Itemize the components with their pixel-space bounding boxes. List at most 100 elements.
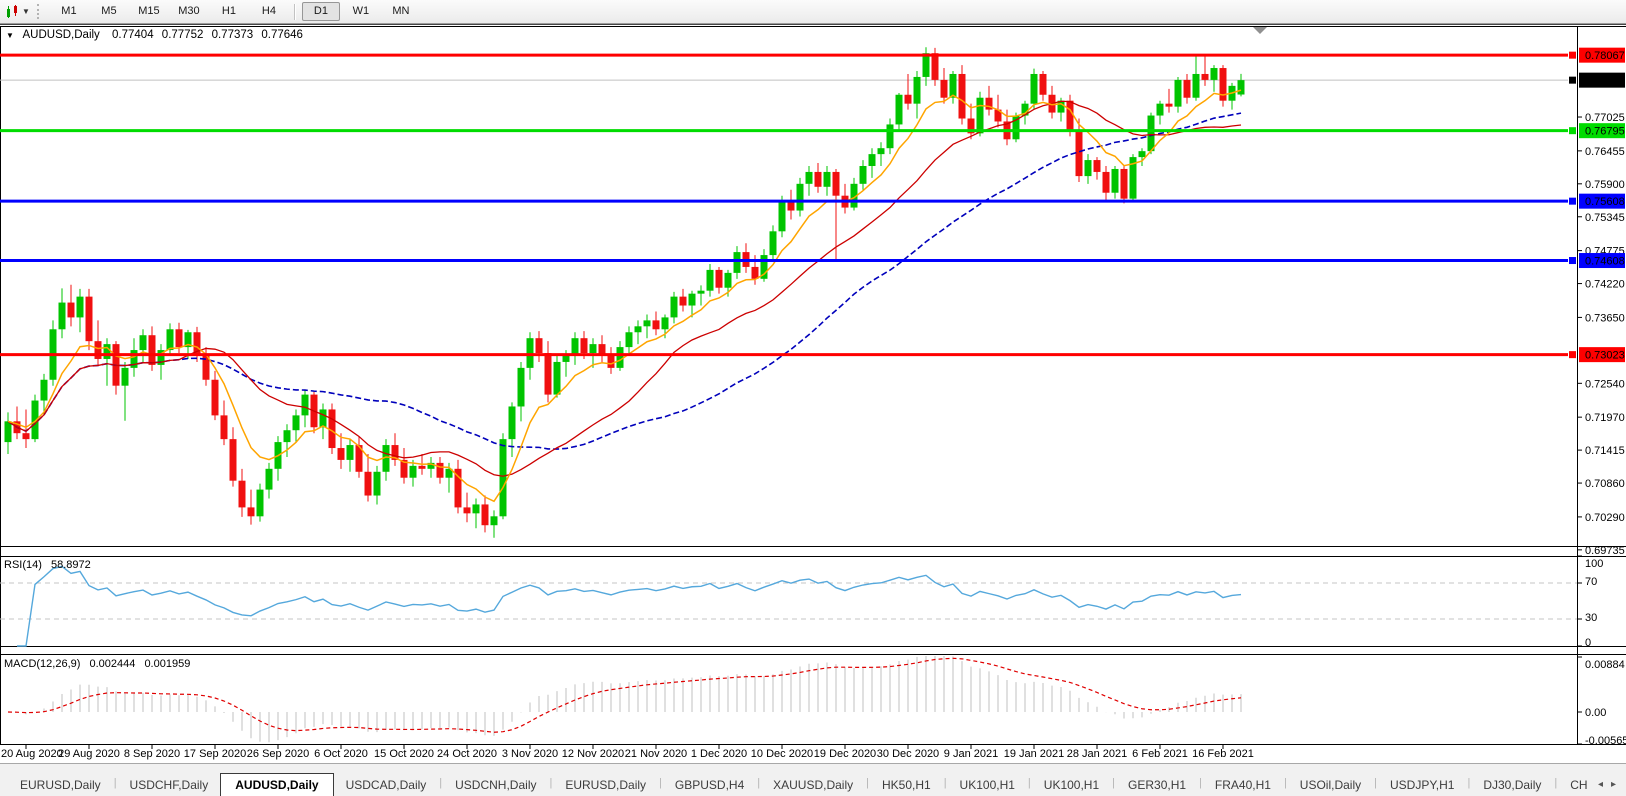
title-symbol: AUDUSD,Daily — [22, 29, 100, 41]
chart-style-dropdown-caret[interactable]: ▼ — [21, 7, 34, 16]
date-label[interactable]: 6 Oct 2020 — [314, 748, 368, 760]
toolbar-separator — [293, 3, 296, 20]
date-label[interactable]: 6 Feb 2021 — [1132, 748, 1188, 760]
price-tick-label[interactable]: 0.71970 — [1585, 412, 1625, 424]
chart-tabs-bar: EURUSD,Daily | USDCHF,Daily AUDUSD,Daily USD… — [0, 763, 1626, 796]
chart-tab-eurusd-daily[interactable]: EURUSD,Daily — [553, 774, 658, 796]
price-tick-label[interactable]: 0.70290 — [1585, 512, 1625, 524]
toolbar-drag-grip[interactable] — [36, 4, 43, 19]
macd-tick-label: -0.005651 — [1585, 735, 1626, 747]
price-tick-label[interactable]: 0.75345 — [1585, 212, 1625, 224]
chart-tab-ger30-h1[interactable]: GER30,H1 — [1116, 774, 1198, 796]
price-tick-label[interactable]: 0.76455 — [1585, 146, 1625, 158]
line-anchor-marker[interactable] — [1568, 256, 1577, 266]
timeframe-button-w1[interactable]: W1 — [342, 2, 380, 21]
date-label[interactable]: 16 Feb 2021 — [1192, 748, 1254, 760]
mini-chart-glyph — [6, 5, 17, 18]
chart-tab-uk100-h1[interactable]: UK100,H1 — [948, 774, 1027, 796]
price-tick-label[interactable]: 0.69735 — [1585, 545, 1625, 557]
rsi-value: 58.8972 — [51, 559, 91, 571]
price-flag-label: 0.73023 — [1585, 350, 1625, 362]
line-anchor-marker[interactable] — [1568, 196, 1577, 206]
macd-tick-label: 0.00 — [1585, 707, 1606, 719]
timeframe-button-m5[interactable]: M5 — [90, 2, 128, 21]
price-tick-label[interactable]: 0.75900 — [1585, 179, 1625, 191]
timeframe-button-h1[interactable]: H1 — [210, 2, 248, 21]
date-label[interactable]: 10 Dec 2020 — [751, 748, 813, 760]
chart-tab-uk100-h1[interactable]: UK100,H1 — [1032, 774, 1111, 796]
chart-tab-eurusd-daily[interactable]: EURUSD,Daily — [8, 774, 113, 796]
rsi-tick-label: 0 — [1585, 637, 1591, 649]
date-label[interactable]: 15 Oct 2020 — [374, 748, 434, 760]
macd-tick-label: 0.00884 — [1585, 659, 1625, 671]
chart-tab-china300-h1[interactable]: CHINA300,H1 — [1558, 774, 1588, 796]
title-close: 0.77646 — [261, 29, 303, 41]
macd-value-main: 0.002444 — [89, 658, 135, 670]
title-collapse-icon[interactable]: ▼ — [6, 31, 14, 40]
line-anchor-marker[interactable] — [1568, 350, 1577, 360]
tabs-scroll-arrows: ◂ ▸ — [1588, 779, 1626, 796]
price-chart-surface[interactable]: 0.770250.764550.759000.753450.747750.742… — [0, 0, 1626, 763]
price-tick-label[interactable]: 0.70860 — [1585, 478, 1625, 490]
price-tick-label[interactable]: 0.71415 — [1585, 445, 1625, 457]
price-tick-label[interactable]: 0.77025 — [1585, 112, 1625, 124]
chart-style-icon[interactable] — [3, 4, 21, 20]
date-label[interactable]: 28 Jan 2021 — [1067, 748, 1128, 760]
timeframe-toolbar: M1 M5 M15 M30 H1 H4 D1 W1 MN — [49, 2, 421, 21]
tabs-scroll-left-button[interactable]: ◂ — [1598, 779, 1603, 790]
price-flag-label: 0.75608 — [1585, 196, 1625, 208]
chart-tab-usdcnh-daily[interactable]: USDCNH,Daily — [443, 774, 548, 796]
price-flag-label: 0.74608 — [1585, 256, 1625, 268]
date-label[interactable]: 20 Aug 2020 — [1, 748, 63, 760]
timeframe-button-h4[interactable]: H4 — [250, 2, 288, 21]
rsi-tick-label: 70 — [1585, 576, 1597, 588]
line-anchor-marker[interactable] — [1568, 126, 1577, 136]
chart-tab-xauusd-daily[interactable]: XAUUSD,Daily — [761, 774, 865, 796]
chart-layers: 0.770250.764550.759000.753450.747750.742… — [0, 0, 1626, 763]
date-label[interactable]: 1 Dec 2020 — [691, 748, 747, 760]
rsi-tick-label: 30 — [1585, 612, 1597, 624]
timeframe-button-m15[interactable]: M15 — [130, 2, 168, 21]
macd-value-signal: 0.001959 — [144, 658, 190, 670]
timeframe-button-m1[interactable]: M1 — [50, 2, 88, 21]
title-open: 0.77404 — [112, 29, 154, 41]
timeframe-button-d1[interactable]: D1 — [301, 2, 340, 21]
line-anchor-marker[interactable] — [1568, 75, 1577, 85]
date-label[interactable]: 17 Sep 2020 — [184, 748, 246, 760]
tabs-scroll-right-button[interactable]: ▸ — [1611, 779, 1616, 790]
price-flag-label: 0.78067 — [1585, 50, 1625, 62]
date-label[interactable]: 24 Oct 2020 — [437, 748, 497, 760]
price-flag-label: 0.76795 — [1585, 126, 1625, 138]
date-label[interactable]: 8 Sep 2020 — [124, 748, 180, 760]
date-label[interactable]: 30 Dec 2020 — [877, 748, 939, 760]
price-tick-label[interactable]: 0.74220 — [1585, 279, 1625, 291]
price-tick-label[interactable]: 0.72540 — [1585, 378, 1625, 390]
rsi-tick-label: 100 — [1585, 558, 1603, 570]
date-label[interactable]: 29 Aug 2020 — [58, 748, 120, 760]
timeframe-button-mn[interactable]: MN — [382, 2, 420, 21]
price-flag-label: 0.77646 — [1585, 75, 1625, 87]
title-high: 0.77752 — [162, 29, 204, 41]
title-low: 0.77373 — [212, 29, 254, 41]
date-label[interactable]: 19 Dec 2020 — [814, 748, 876, 760]
chart-tab-usdchf-daily[interactable]: USDCHF,Daily — [118, 774, 221, 796]
line-anchor-marker[interactable] — [1568, 50, 1577, 60]
price-tick-label[interactable]: 0.73650 — [1585, 312, 1625, 324]
chart-tab-usdcad-daily[interactable]: USDCAD,Daily — [334, 774, 439, 796]
date-label[interactable]: 3 Nov 2020 — [502, 748, 558, 760]
chart-tab-dj30-daily[interactable]: DJ30,Daily — [1471, 774, 1553, 796]
timeframe-button-m30[interactable]: M30 — [170, 2, 208, 21]
date-label[interactable]: 9 Jan 2021 — [944, 748, 998, 760]
date-label[interactable]: 21 Nov 2020 — [625, 748, 687, 760]
date-label[interactable]: 19 Jan 2021 — [1004, 748, 1065, 760]
chart-tab-audusd-daily[interactable]: AUDUSD,Daily — [220, 773, 334, 796]
macd-label: MACD(12,26,9) 0.002444 0.001959 — [4, 658, 190, 670]
date-label[interactable]: 12 Nov 2020 — [562, 748, 624, 760]
chart-tab-fra40-h1[interactable]: FRA40,H1 — [1203, 774, 1283, 796]
chart-tab-usdjpy-h1[interactable]: USDJPY,H1 — [1378, 774, 1466, 796]
chart-tab-hk50-h1[interactable]: HK50,H1 — [870, 774, 943, 796]
chart-tab-gbpusd-h4[interactable]: GBPUSD,H4 — [663, 774, 756, 796]
chart-tab-usoil-daily[interactable]: USOil,Daily — [1288, 774, 1373, 796]
date-label[interactable]: 26 Sep 2020 — [247, 748, 309, 760]
rsi-name: RSI(14) — [4, 559, 42, 571]
